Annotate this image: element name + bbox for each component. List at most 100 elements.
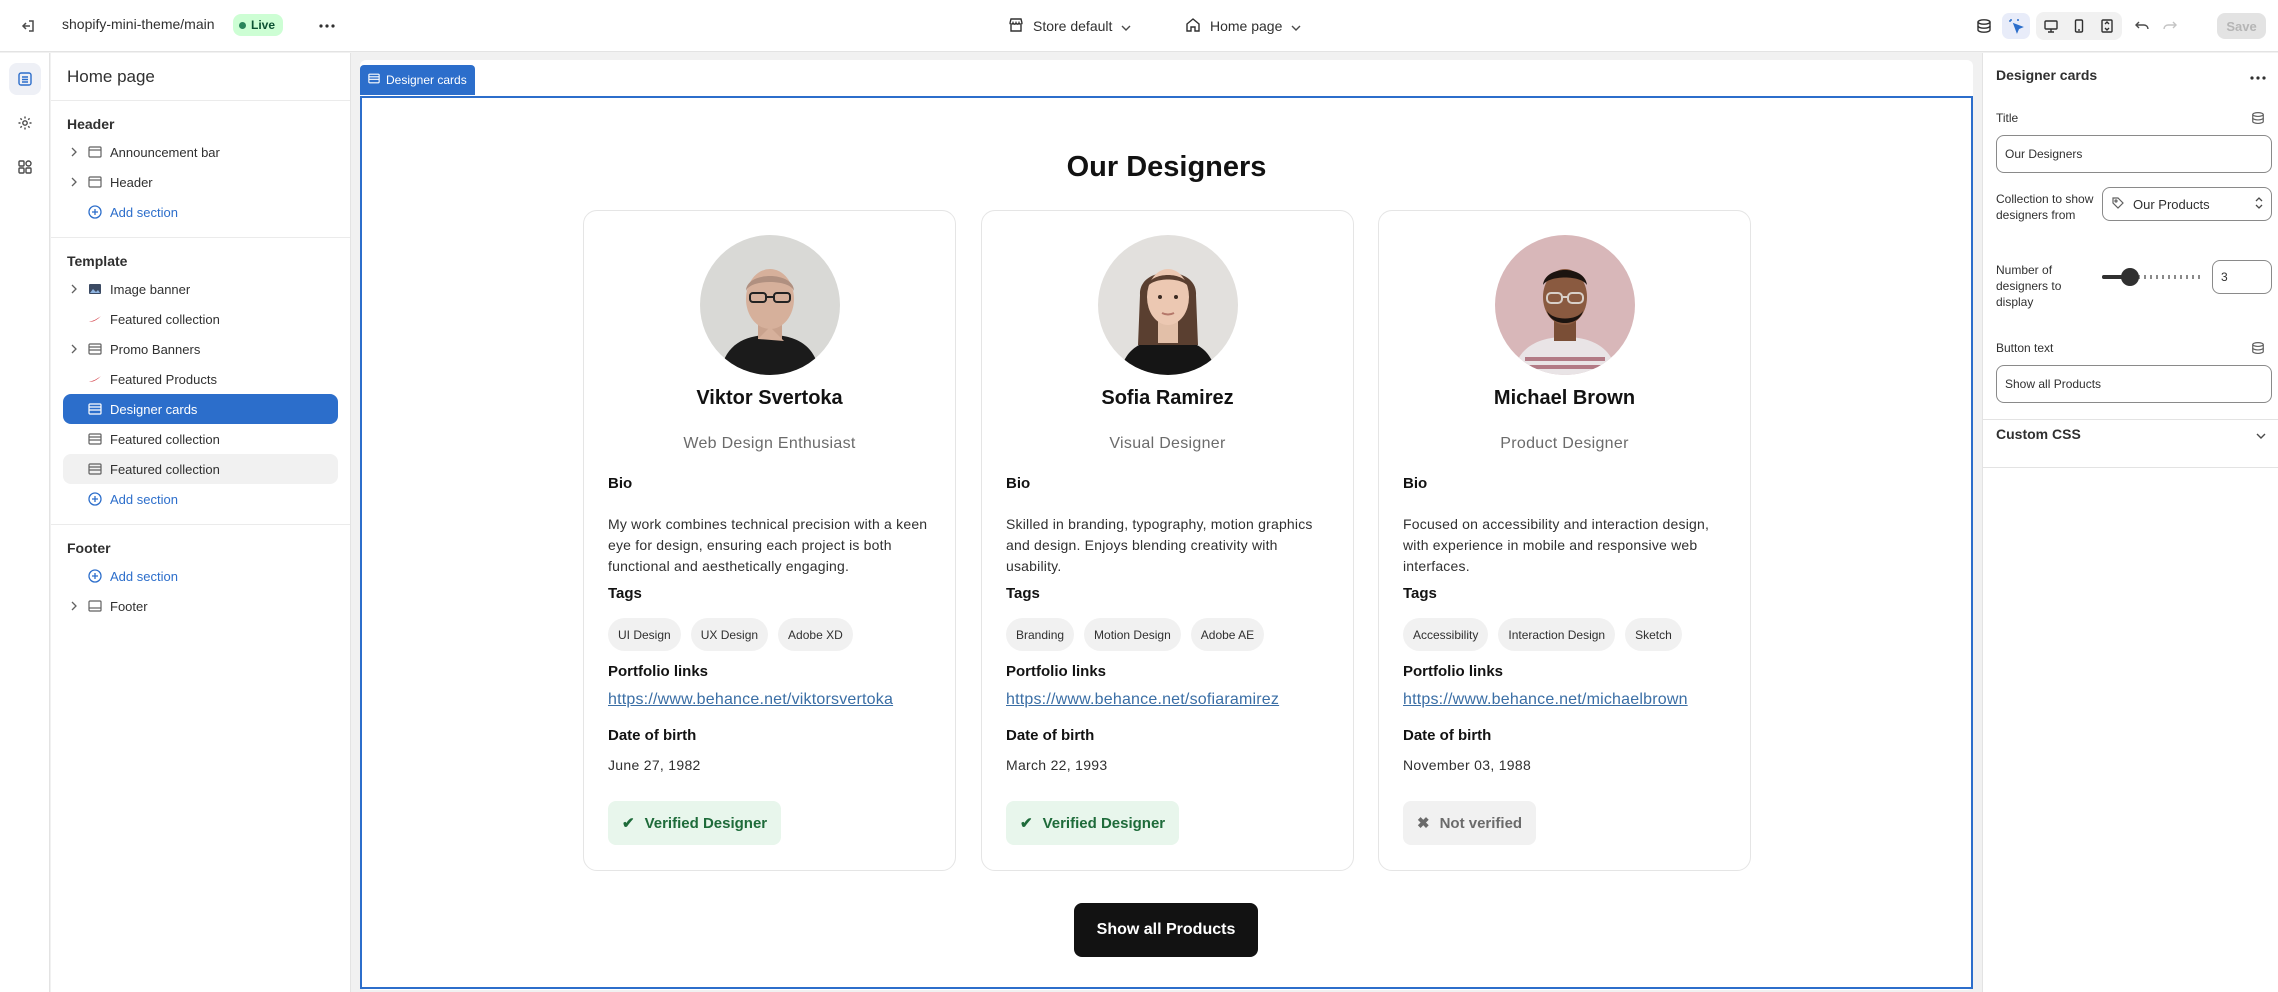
section-item[interactable]: Featured collection	[63, 424, 338, 454]
undo-icon[interactable]	[2128, 13, 2156, 39]
more-actions-icon[interactable]	[313, 12, 341, 40]
show-all-products-button[interactable]: Show all Products	[1074, 903, 1258, 957]
group-title: Footer	[67, 540, 111, 556]
status-badge: ✔ Verified Designer	[1006, 801, 1180, 845]
template-group: Template Image banner Featured collectio…	[51, 238, 350, 525]
add-section-label: Add section	[110, 491, 178, 507]
divider	[1983, 419, 2278, 420]
dynamic-source-icon[interactable]	[2251, 341, 2265, 360]
dob-label: Date of birth	[608, 727, 697, 744]
settings-gear-icon[interactable]	[9, 107, 41, 139]
section-tag[interactable]: Designer cards	[360, 65, 475, 95]
collection-value: Our Products	[2133, 196, 2210, 212]
chevron-right-icon[interactable]	[65, 601, 83, 611]
image-icon	[87, 282, 103, 296]
plus-circle-icon	[87, 569, 103, 583]
tag-list: Accessibility Interaction Design Sketch	[1403, 618, 1682, 651]
tag-chip: Branding	[1006, 618, 1075, 651]
live-label: Live	[251, 18, 276, 32]
exit-icon[interactable]	[14, 12, 42, 40]
theme-name: shopify-mini-theme/main	[62, 16, 215, 32]
apps-icon[interactable]	[9, 151, 41, 183]
live-badge: Live	[233, 14, 284, 36]
section-layout-icon	[87, 145, 103, 159]
add-section-button[interactable]: Add section	[63, 197, 338, 227]
portfolio-link[interactable]: https://www.behance.net/michaelbrown	[1403, 691, 1688, 709]
inspector-icon[interactable]	[2002, 13, 2030, 39]
section-item[interactable]: Header	[63, 167, 338, 197]
designer-name: Michael Brown	[1493, 387, 1636, 409]
device-toggle	[2036, 12, 2122, 40]
button-text-input[interactable]: Show all Products	[1996, 365, 2272, 403]
designers-heading: Our Designers	[1066, 151, 1267, 183]
select-arrows-icon	[2255, 196, 2263, 212]
title-input[interactable]: Our Designers	[1996, 135, 2272, 173]
redo-icon[interactable]	[2156, 13, 2184, 39]
section-label: Designer cards	[110, 401, 198, 417]
swoosh-icon	[87, 312, 103, 326]
group-title: Template	[67, 253, 128, 269]
settings-title: Designer cards	[1996, 67, 2098, 83]
collection-select[interactable]: Our Products	[2102, 187, 2272, 221]
plus-circle-icon	[87, 205, 103, 219]
store-selector[interactable]: Store default	[1008, 13, 1131, 39]
header-group: Header Announcement bar Header Add secti…	[51, 101, 350, 238]
chevron-right-icon[interactable]	[65, 147, 83, 157]
database-icon[interactable]	[1970, 13, 1998, 39]
more-actions-icon[interactable]	[2250, 67, 2266, 83]
avatar	[1098, 235, 1238, 375]
chevron-right-icon[interactable]	[65, 284, 83, 294]
add-section-label: Add section	[110, 204, 178, 220]
mobile-icon[interactable]	[2065, 13, 2093, 39]
section-item[interactable]: Featured collection	[63, 304, 338, 334]
tag-icon	[2111, 196, 2125, 213]
section-item[interactable]: Footer	[63, 591, 338, 621]
bio-label: Bio	[1006, 475, 1031, 492]
tag-chip: Accessibility	[1403, 618, 1489, 651]
add-section-button[interactable]: Add section	[63, 561, 338, 591]
section-item[interactable]: Featured collection	[63, 454, 338, 484]
slider-handle[interactable]	[2121, 268, 2139, 286]
chevron-down-icon	[1121, 18, 1131, 34]
chevron-down-icon	[2256, 426, 2266, 442]
avatar	[1495, 235, 1635, 375]
page-selector[interactable]: Home page	[1185, 13, 1301, 39]
button-text-label: Button text	[1996, 341, 2054, 355]
section-item[interactable]: Featured Products	[63, 364, 338, 394]
save-button[interactable]: Save	[2217, 13, 2266, 39]
fullscreen-icon[interactable]	[2093, 13, 2121, 39]
chevron-right-icon[interactable]	[65, 177, 83, 187]
custom-css-toggle[interactable]: Custom CSS	[1996, 426, 2266, 442]
tags-label: Tags	[608, 585, 642, 602]
custom-css-label: Custom CSS	[1996, 426, 2081, 442]
designer-role: Visual Designer	[1109, 435, 1226, 452]
dynamic-source-icon[interactable]	[2251, 111, 2265, 130]
sections-panel: Home page Header Announcement bar Header…	[51, 53, 351, 992]
designer-dob: June 27, 1982	[608, 757, 701, 773]
section-item-selected[interactable]: Designer cards	[63, 394, 338, 424]
tag-chip: Adobe XD	[778, 618, 853, 651]
section-item[interactable]: Promo Banners	[63, 334, 338, 364]
chevron-right-icon[interactable]	[65, 344, 83, 354]
desktop-icon[interactable]	[2037, 13, 2065, 39]
portfolio-label: Portfolio links	[1006, 663, 1107, 680]
swoosh-icon	[87, 372, 103, 386]
panel-title: Home page	[51, 53, 350, 101]
cross-icon: ✖	[1417, 815, 1430, 832]
sections-icon[interactable]	[9, 63, 41, 95]
status-badge: ✖ Not verified	[1403, 801, 1537, 845]
title-label: Title	[1996, 111, 2019, 125]
store-label: Store default	[1033, 18, 1113, 34]
bio-label: Bio	[608, 475, 633, 492]
count-slider[interactable]	[2102, 268, 2204, 286]
designer-bio: My work combines technical precision wit…	[608, 516, 928, 574]
tag-chip: Adobe AE	[1190, 618, 1265, 651]
add-section-button[interactable]: Add section	[63, 484, 338, 514]
store-icon	[1008, 17, 1024, 36]
portfolio-link[interactable]: https://www.behance.net/sofiaramirez	[1006, 691, 1279, 709]
portfolio-link[interactable]: https://www.behance.net/viktorsvertoka	[608, 691, 893, 709]
portfolio-label: Portfolio links	[608, 663, 709, 680]
section-item[interactable]: Image banner	[63, 274, 338, 304]
section-item[interactable]: Announcement bar	[63, 137, 338, 167]
count-input[interactable]: 3	[2212, 260, 2272, 294]
